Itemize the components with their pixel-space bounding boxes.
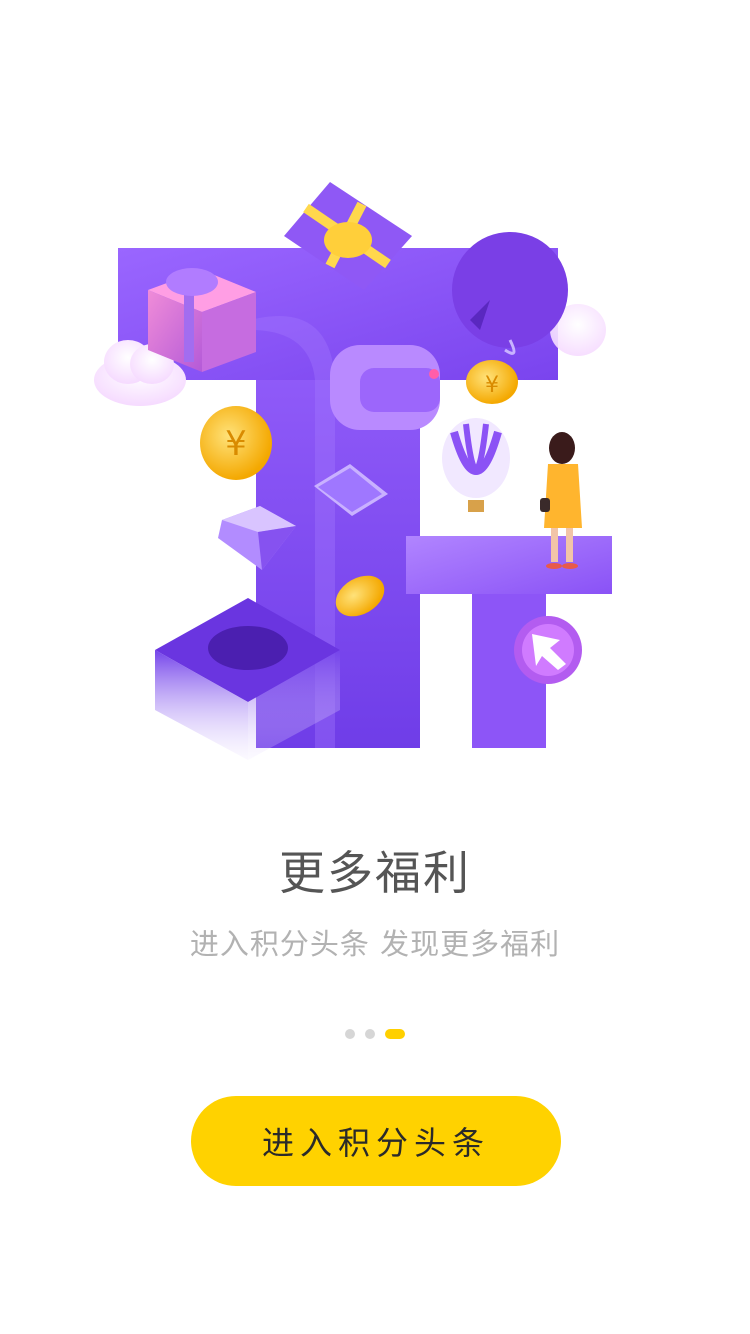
page-dot	[345, 1029, 355, 1039]
svg-text:¥: ¥	[225, 424, 247, 464]
onboarding-screen: ¥ ¥ 更多福利 进入积分头条 发现更多福利 进入积分头条	[0, 0, 750, 1334]
coin-icon: ¥	[466, 360, 518, 404]
page-indicator	[0, 1028, 750, 1040]
svg-text:¥: ¥	[485, 373, 499, 398]
platform-hole	[208, 626, 288, 670]
page-title: 更多福利	[279, 846, 471, 900]
arrow-orb-icon	[514, 616, 582, 684]
page-dot-active	[385, 1029, 405, 1039]
letter-t-small-bar	[406, 536, 612, 594]
page-dot	[365, 1029, 375, 1039]
page-subtitle: 进入积分头条 发现更多福利	[189, 927, 561, 961]
smartwatch-icon	[330, 345, 440, 430]
coin-icon: ¥	[200, 406, 272, 480]
enter-app-button[interactable]: 进入积分头条	[191, 1096, 561, 1186]
hot-air-balloon-icon	[442, 418, 510, 512]
welfare-illustration: ¥ ¥	[94, 182, 612, 760]
